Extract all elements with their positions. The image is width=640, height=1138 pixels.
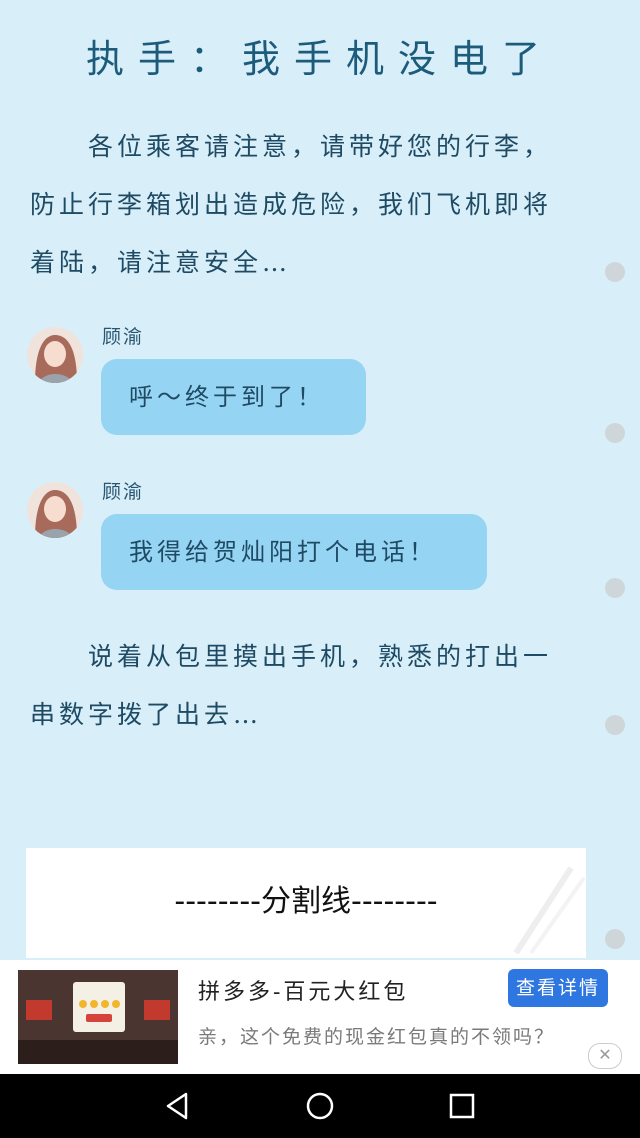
scroll-dot[interactable]: [605, 929, 625, 949]
view-details-button[interactable]: 查看详情: [508, 969, 608, 1007]
home-circle-icon[interactable]: [304, 1090, 336, 1122]
divider-image: --------分割线--------: [26, 848, 586, 958]
avatar[interactable]: [27, 327, 83, 383]
recents-square-icon[interactable]: [446, 1090, 478, 1122]
scroll-dot[interactable]: [605, 715, 625, 735]
chat-bubble: 我得给贺灿阳打个电话！: [101, 514, 487, 590]
narration-paragraph-2: 说着从包里摸出手机，熟悉的打出一串数字拨了出去…: [30, 642, 553, 729]
ad-banner[interactable]: 拼多多-百元大红包 亲，这个免费的现金红包真的不领吗？ 查看详情: [0, 960, 640, 1074]
close-icon[interactable]: ✕: [588, 1043, 622, 1069]
scroll-dot[interactable]: [605, 578, 625, 598]
scroll-dot[interactable]: [605, 423, 625, 443]
chat-bubble: 呼～终于到了！: [101, 359, 366, 435]
back-triangle-icon[interactable]: [162, 1090, 194, 1122]
divider-text: --------分割线--------: [174, 884, 438, 919]
avatar[interactable]: [27, 482, 83, 538]
narration-paragraph-1: 各位乘客请注意，请带好您的行李，防止行李箱划出造成危险，我们飞机即将着陆，请注意…: [30, 132, 553, 277]
ad-thumbnail[interactable]: [18, 970, 178, 1064]
navigation-bar: [0, 1074, 640, 1138]
speaker-name: 顾渝: [102, 481, 145, 503]
ad-title[interactable]: 拼多多-百元大红包: [198, 974, 408, 1006]
scroll-dot[interactable]: [605, 262, 625, 282]
story-title: 执手：我手机没电了: [85, 37, 554, 81]
speaker-name: 顾渝: [102, 326, 145, 348]
ad-description[interactable]: 亲，这个免费的现金红包真的不领吗？: [198, 1022, 555, 1049]
